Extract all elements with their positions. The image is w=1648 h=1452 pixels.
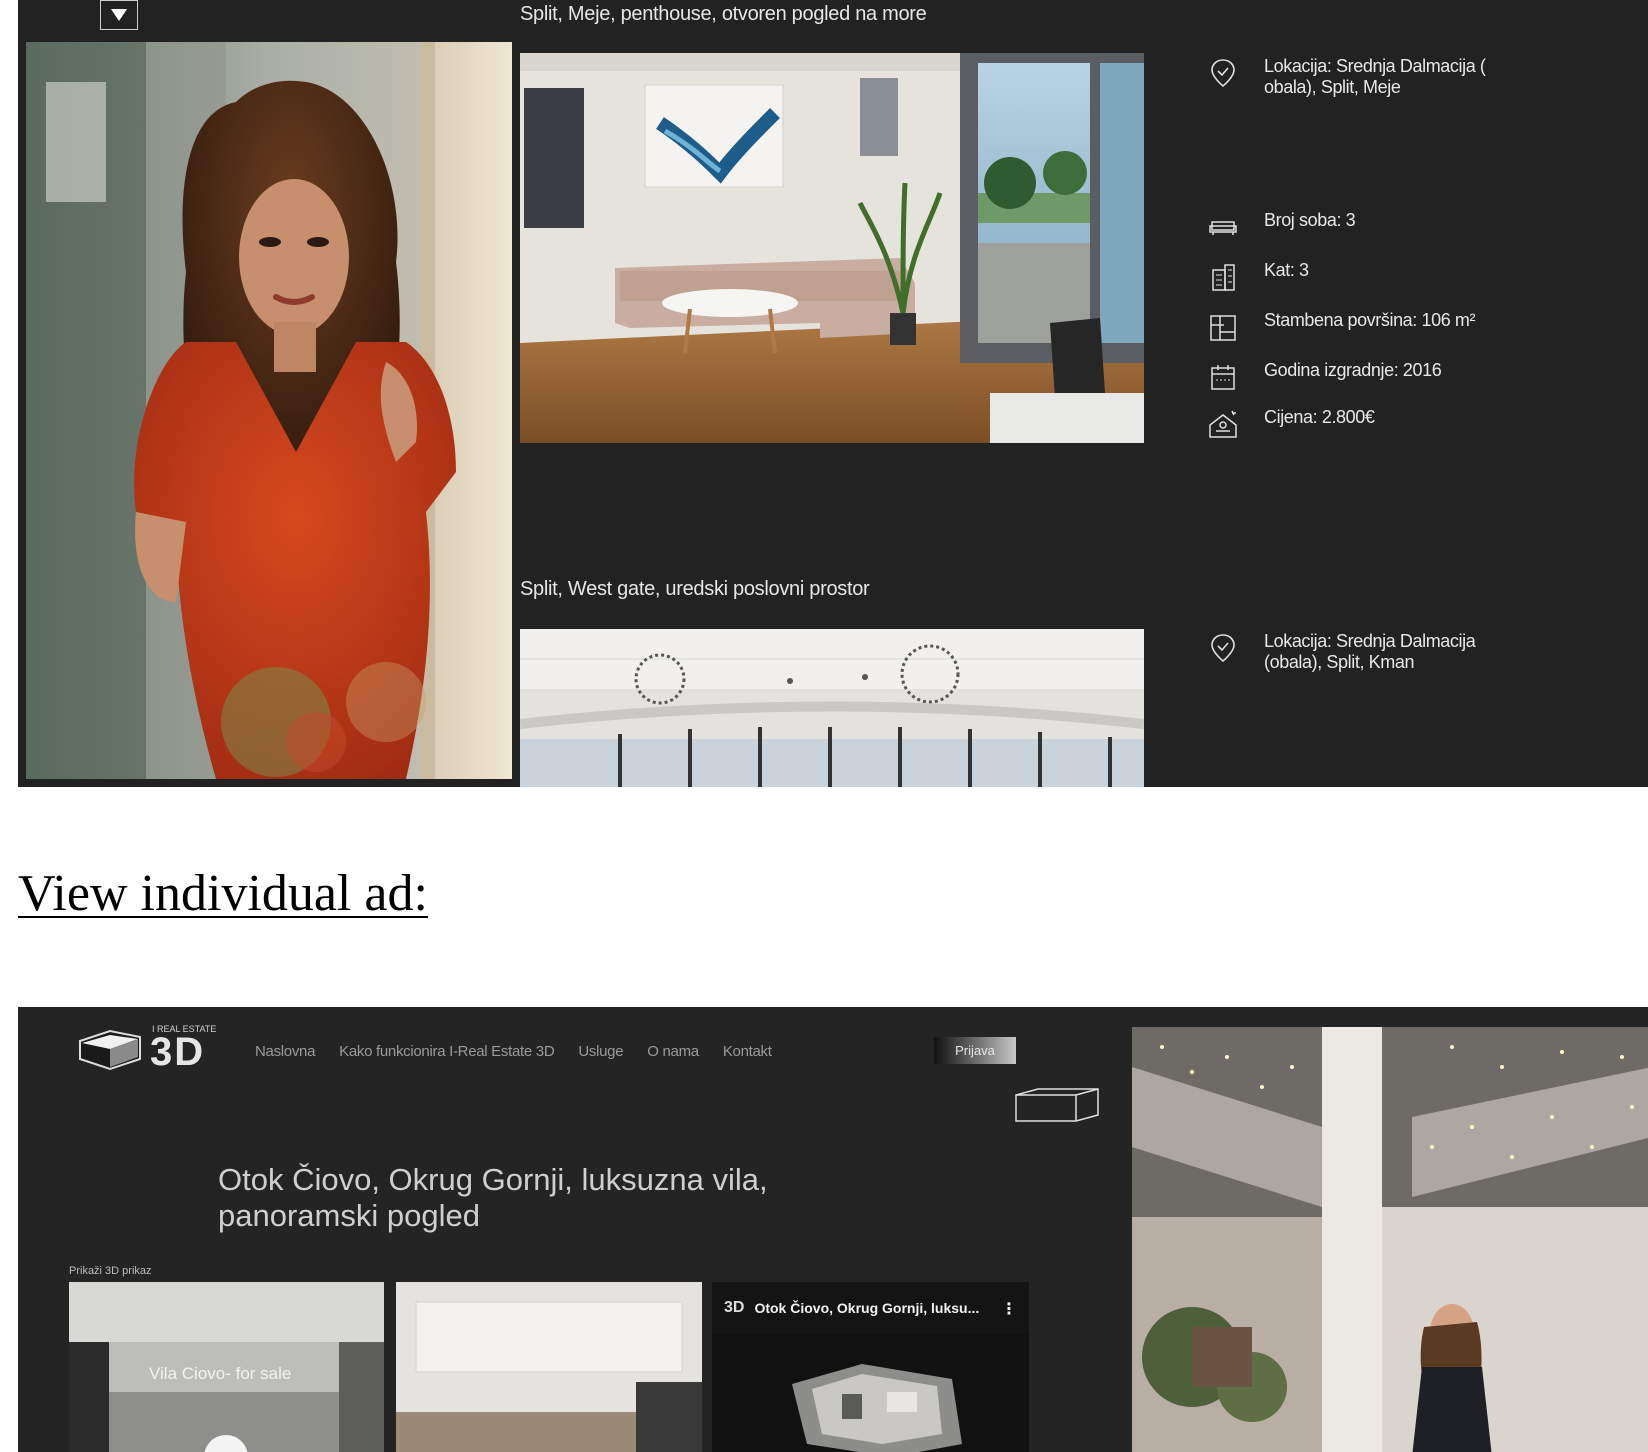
location-pin-icon xyxy=(1206,631,1240,665)
info-build-year: Godina izgradnje: 2016 xyxy=(1206,360,1442,394)
tour-thumbnail[interactable]: Vila Ciovo- for sale xyxy=(69,1282,384,1452)
property-title: Otok Čiovo, Okrug Gornji, luksuzna vila,… xyxy=(218,1162,768,1233)
calendar-icon xyxy=(1206,360,1240,394)
box3d-icon[interactable] xyxy=(1014,1087,1100,1123)
nav-how-it-works[interactable]: Kako funkcionira I-Real Estate 3D xyxy=(339,1043,555,1060)
info-rooms: Broj soba: 3 xyxy=(1206,210,1356,244)
living-area-text: Stambena površina: 106 m² xyxy=(1264,310,1476,330)
floor-plan-icon xyxy=(1206,310,1240,344)
dropdown-toggle[interactable] xyxy=(100,0,138,30)
dropdown-arrow-icon xyxy=(111,9,127,21)
thumbnail-caption: Vila Ciovo- for sale xyxy=(149,1364,292,1383)
listing-photo[interactable] xyxy=(520,629,1144,787)
main-nav: Naslovna Kako funkcionira I-Real Estate … xyxy=(255,1043,772,1060)
price-text: Cijena: 2.800€ xyxy=(1264,407,1375,427)
agent-photo xyxy=(1132,1027,1648,1452)
nav-contact[interactable]: Kontakt xyxy=(723,1043,772,1060)
listing-photo[interactable] xyxy=(520,53,1144,443)
info-location: Lokacija: Srednja Dalmacija (obala), Spl… xyxy=(1206,631,1514,673)
video-logo: 3D xyxy=(724,1299,745,1316)
photo-thumbnail[interactable] xyxy=(396,1282,702,1452)
nav-about[interactable]: O nama xyxy=(647,1043,699,1060)
floor-text: Kat: 3 xyxy=(1264,260,1309,280)
section-heading: View individual ad: xyxy=(18,865,428,922)
video-menu-icon[interactable]: ⋮ xyxy=(1001,1299,1017,1318)
video-title-bar: 3D Otok Čiovo, Okrug Gornji, luksu... ⋮ xyxy=(712,1282,1029,1334)
price-house-icon xyxy=(1206,407,1240,441)
agent-portrait-photo xyxy=(26,42,512,779)
video-embed[interactable]: 3D Otok Čiovo, Okrug Gornji, luksu... ⋮ xyxy=(712,1282,1029,1452)
rooms-text: Broj soba: 3 xyxy=(1264,210,1356,230)
location-text: Lokacija: Srednja Dalmacija ( obala), Sp… xyxy=(1264,56,1486,97)
listing-screenshot-panel: Split, Meje, penthouse, otvoren pogled n… xyxy=(18,0,1648,787)
info-location: Lokacija: Srednja Dalmacija ( obala), Sp… xyxy=(1206,56,1514,98)
nav-services[interactable]: Usluge xyxy=(578,1043,623,1060)
nav-home[interactable]: Naslovna xyxy=(255,1043,315,1060)
listing-title[interactable]: Split, Meje, penthouse, otvoren pogled n… xyxy=(520,3,927,26)
building-icon xyxy=(1206,260,1240,294)
build-year-text: Godina izgradnje: 2016 xyxy=(1264,360,1442,380)
dollhouse-model xyxy=(712,1334,1029,1452)
info-price: Cijena: 2.800€ xyxy=(1206,407,1375,441)
info-floor: Kat: 3 xyxy=(1206,260,1309,294)
ad-page-screenshot-panel: I REAL ESTATE 3D Naslovna Kako funkcioni… xyxy=(18,1007,1648,1452)
info-living-area: Stambena površina: 106 m² xyxy=(1206,310,1476,344)
listing-title[interactable]: Split, West gate, uredski poslovni prost… xyxy=(520,578,870,601)
location-text: Lokacija: Srednja Dalmacija (obala), Spl… xyxy=(1264,631,1476,672)
location-pin-icon xyxy=(1206,56,1240,90)
logo-big-text: 3D xyxy=(150,1030,206,1074)
sofa-icon xyxy=(1206,210,1240,244)
video-title[interactable]: Otok Čiovo, Okrug Gornji, luksu... xyxy=(754,1300,991,1316)
login-button[interactable]: Prijava xyxy=(934,1037,1016,1064)
show-3d-label[interactable]: Prikaži 3D prikaz xyxy=(69,1265,152,1277)
